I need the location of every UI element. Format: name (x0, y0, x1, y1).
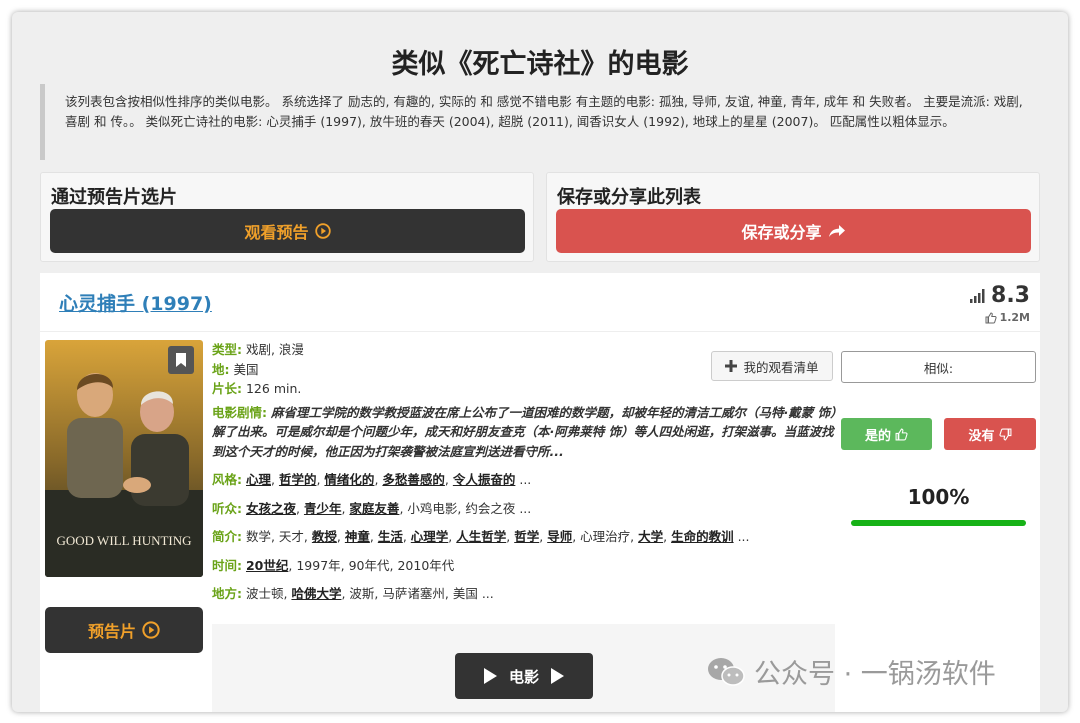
play-icon (483, 668, 497, 684)
signal-bars-icon (970, 288, 985, 303)
genre-label: 类型: (212, 342, 242, 357)
movie-card: 心灵捕手 (1997) 8.3 1.2M GOOD WILL HUNTING 预… (40, 273, 1040, 712)
movie-title-link[interactable]: 心灵捕手 (1997) (59, 289, 212, 316)
keyword-tag[interactable]: 教授 (312, 529, 337, 544)
ellipsis: ... (481, 586, 494, 601)
match-progress-fill (851, 520, 1026, 526)
audience-rest: 小鸡电影, 约会之夜 (407, 500, 516, 516)
watch-movie-button[interactable]: 电影 (455, 653, 593, 699)
vote-no-button[interactable]: 没有 (944, 418, 1036, 450)
save-share-button[interactable]: 保存或分享 (556, 209, 1031, 253)
play-circle-icon (142, 621, 160, 639)
country-label: 地: (212, 361, 230, 377)
movie-rating: 8.3 (969, 283, 1030, 308)
genre-value: 戏剧, 浪漫 (245, 342, 304, 357)
poster-title: GOOD WILL HUNTING (56, 533, 191, 548)
keyword-tag[interactable]: 导师 (547, 529, 572, 544)
audience-tag[interactable]: 青少年 (304, 501, 342, 516)
time-label: 时间: (212, 557, 242, 573)
vote-count-value: 1.2M (999, 311, 1030, 324)
watermark: 公众号 · 一锅汤软件 (706, 652, 996, 691)
no-label: 没有 (968, 428, 995, 444)
place-tag[interactable]: 哈佛大学 (291, 586, 341, 601)
rating-value: 8.3 (991, 283, 1030, 308)
wechat-icon (708, 657, 745, 686)
length-row: 片长: 126 min. (212, 379, 837, 399)
audience-label: 听众: (212, 500, 242, 516)
place-label: 地方: (212, 586, 242, 601)
plus-icon (725, 360, 738, 372)
vote-yes-button[interactable]: 是的 (841, 418, 932, 450)
similar-field: 相似: (841, 351, 1036, 383)
share-arrow-icon (828, 225, 845, 237)
plot-row: 电影剧情: 麻省理工学院的数学教授蓝波在席上公布了一道困难的数学题，却被年轻的清… (212, 403, 837, 462)
trailer-panel: 通过预告片选片 观看预告 (40, 172, 534, 262)
thumbs-up-outline-icon (985, 311, 997, 323)
style-label: 风格: (212, 472, 242, 487)
thumbs-up-icon (895, 428, 908, 440)
audience-row: 听众: 女孩之夜, 青少年, 家庭友善, 小鸡电影, 约会之夜 ... (212, 500, 532, 516)
keyword-tag[interactable]: 神童 (345, 529, 370, 544)
plot-text: 麻省理工学院的数学教授蓝波在席上公布了一道困难的数学题，却被年轻的清洁工威尔（马… (212, 404, 837, 459)
poster-image: GOOD WILL HUNTING (45, 340, 203, 577)
time-rest: 1997年, 90年代, 2010年代 (296, 557, 455, 573)
play-circle-icon (314, 223, 331, 239)
country-value: 美国 (233, 361, 259, 377)
length-label: 片长: (212, 381, 242, 396)
similar-label: 相似: (923, 360, 954, 376)
list-description: 该列表包含按相似性排序的类似电影。 系统选择了 励志的, 有趣的, 实际的 和 … (40, 84, 1025, 160)
save-share-label: 保存或分享 (741, 223, 822, 242)
vote-count: 1.2M (985, 311, 1030, 324)
ellipsis: ... (519, 472, 532, 487)
movie-trailer-button[interactable]: 预告片 (45, 607, 203, 653)
movie-button-label: 电影 (508, 667, 539, 686)
style-tag[interactable]: 令人振奋的 (453, 472, 516, 487)
place-row: 地方: 波士顿, 哈佛大学, 波斯, 马萨诸塞州, 美国 ... (212, 586, 494, 601)
place-first: 波士顿 (245, 586, 284, 601)
ellipsis: ... (519, 500, 532, 516)
plot-label: 电影剧情: (212, 404, 267, 420)
match-progress-bar (851, 520, 1026, 526)
divider (40, 331, 1040, 332)
place-rest: 波斯, 马萨诸塞州, 美国 (349, 586, 478, 601)
trailer-panel-title: 通过预告片选片 (51, 187, 177, 208)
watermark-text: 公众号 · 一锅汤软件 (754, 659, 996, 690)
audience-tag[interactable]: 家庭友善 (349, 501, 399, 516)
movie-poster[interactable]: GOOD WILL HUNTING (45, 340, 203, 577)
page-title: 类似《死亡诗社》的电影 (391, 49, 689, 80)
movie-trailer-label: 预告片 (87, 622, 136, 641)
audience-tag[interactable]: 女孩之夜 (246, 501, 296, 516)
style-tag[interactable]: 情绪化的 (324, 472, 374, 487)
keyword-tag[interactable]: 大学 (638, 529, 663, 544)
keyword-tag[interactable]: 生命的教训 (671, 529, 734, 544)
style-row: 风格: 心理, 哲学的, 情绪化的, 多愁善感的, 令人振奋的 ... (212, 472, 532, 487)
keywords-label: 简介: (212, 529, 242, 544)
yes-label: 是的 (864, 428, 891, 444)
keywords-row: 简介: 数学, 天才, 教授, 神童, 生活, 心理学, 人生哲学, 哲学, 导… (212, 529, 750, 544)
watchlist-label: 我的观看清单 (743, 359, 819, 375)
watch-trailer-button[interactable]: 观看预告 (50, 209, 525, 253)
watch-trailer-label: 观看预告 (244, 223, 309, 242)
time-tag[interactable]: 20世纪 (246, 558, 288, 573)
keyword-tag[interactable]: 生活 (378, 529, 403, 544)
style-tag[interactable]: 哲学的 (279, 472, 317, 487)
bookmark-shape-icon (176, 353, 186, 367)
add-to-watchlist-button[interactable]: 我的观看清单 (711, 351, 833, 381)
share-panel: 保存或分享此列表 保存或分享 (546, 172, 1040, 262)
keyword-tag[interactable]: 人生哲学 (456, 529, 506, 544)
page-frame: 类似《死亡诗社》的电影 该列表包含按相似性排序的类似电影。 系统选择了 励志的,… (12, 12, 1068, 712)
share-panel-title: 保存或分享此列表 (557, 187, 701, 208)
thumbs-down-icon (998, 428, 1011, 440)
length-value: 126 min. (245, 381, 302, 396)
bookmark-icon[interactable] (168, 346, 194, 374)
style-tag[interactable]: 多愁善感的 (382, 472, 445, 487)
keyword-tag[interactable]: 心理学 (411, 529, 449, 544)
style-tag[interactable]: 心理 (246, 472, 271, 487)
keyword-tag[interactable]: 哲学 (514, 529, 539, 544)
play-icon (551, 668, 564, 684)
time-row: 时间: 20世纪, 1997年, 90年代, 2010年代 (212, 557, 455, 573)
match-percent: 100% (907, 485, 970, 509)
